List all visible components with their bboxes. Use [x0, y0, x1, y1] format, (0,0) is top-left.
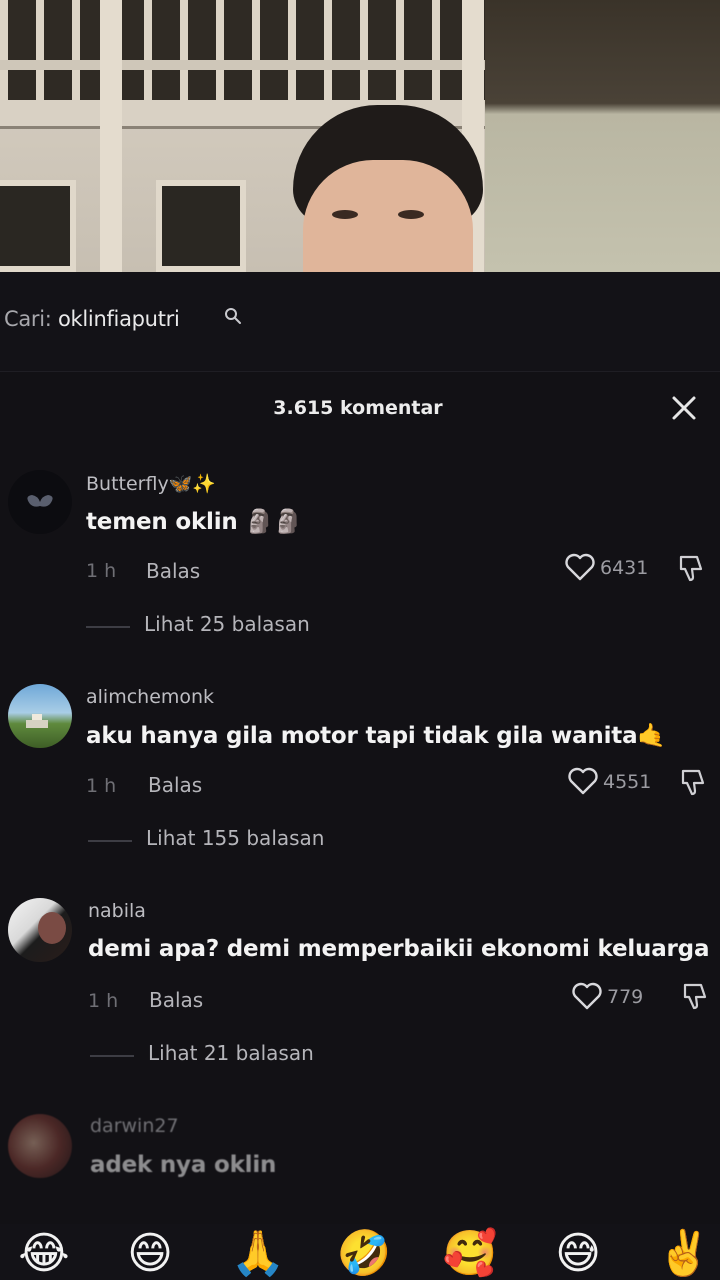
comment-text: temen oklin 🗿🗿	[86, 509, 303, 535]
avatar[interactable]	[8, 684, 72, 748]
like-count: 779	[607, 986, 644, 1008]
window-grille	[0, 0, 490, 100]
emoji-peace-icon[interactable]: ✌️	[654, 1228, 714, 1280]
reply-button[interactable]: Balas	[146, 559, 200, 583]
reply-button[interactable]: Balas	[149, 988, 203, 1012]
comment-username[interactable]: Butterfly🦋✨	[86, 472, 216, 495]
comment-username[interactable]: alimchemonk	[86, 686, 214, 708]
person-face	[303, 160, 473, 272]
heart-icon[interactable]	[571, 981, 603, 1011]
comment-count: 3.615 komentar	[273, 397, 443, 419]
view-replies-button[interactable]: Lihat 21 balasan	[148, 1041, 314, 1065]
search-suggestion[interactable]: Cari: oklinfiaputri	[4, 307, 180, 331]
view-replies-button[interactable]: Lihat 155 balasan	[146, 826, 324, 850]
avatar[interactable]	[8, 1114, 72, 1178]
view-replies-button[interactable]: Lihat 25 balasan	[144, 612, 310, 636]
comment-text: aku hanya gila motor tapi tidak gila wan…	[86, 723, 666, 749]
like-count: 4551	[603, 771, 652, 793]
avatar[interactable]	[8, 470, 72, 534]
comment-username[interactable]: nabila	[88, 900, 146, 922]
comment-username[interactable]: darwin27	[90, 1115, 179, 1137]
heart-icon[interactable]	[567, 766, 599, 796]
emoji-pray-icon[interactable]: 🙏	[228, 1228, 288, 1280]
reply-button[interactable]: Balas	[148, 773, 202, 797]
heart-icon[interactable]	[564, 552, 596, 582]
avatar[interactable]	[8, 898, 72, 962]
video-preview[interactable]	[0, 0, 720, 272]
emoji-sweat-icon[interactable]: 😅	[548, 1228, 608, 1280]
emoji-rofl-icon[interactable]: 🤣	[334, 1228, 394, 1280]
emoji-love-icon[interactable]: 🥰	[440, 1228, 500, 1280]
like-count: 6431	[600, 557, 649, 579]
comment-text: adek nya oklin	[90, 1152, 277, 1178]
comment-text: demi apa? demi memperbaikii ekonomi kelu…	[88, 936, 710, 962]
emoji-smile-icon[interactable]: 😄	[120, 1228, 180, 1280]
comment-time: 1 h	[86, 560, 117, 582]
comment-time: 1 h	[88, 990, 119, 1012]
dislike-icon[interactable]	[677, 766, 709, 798]
search-query: oklinfiaputri	[57, 307, 180, 331]
emoji-laugh-icon[interactable]: 😂	[14, 1228, 74, 1280]
dislike-icon[interactable]	[675, 552, 707, 584]
butterfly-icon	[27, 495, 53, 507]
search-icon[interactable]	[224, 307, 242, 325]
dislike-icon[interactable]	[679, 980, 711, 1012]
landscape-image	[26, 714, 48, 728]
portrait-image	[38, 912, 66, 944]
comment-time: 1 h	[86, 775, 117, 797]
close-icon[interactable]	[669, 393, 699, 423]
